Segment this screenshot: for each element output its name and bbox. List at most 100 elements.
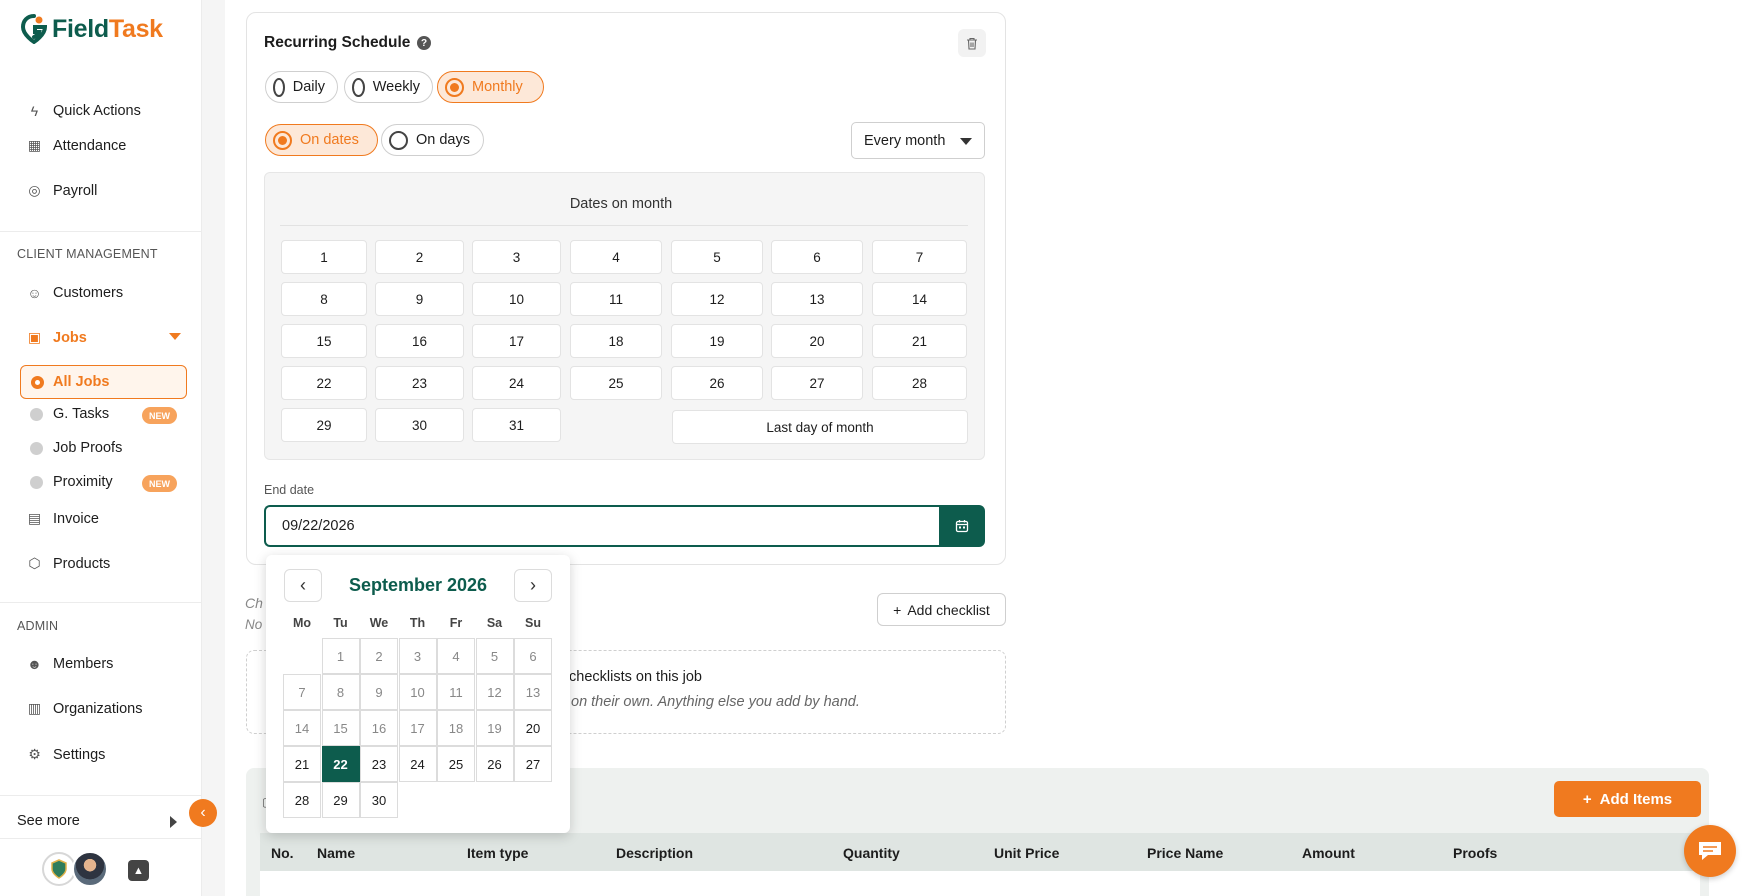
interval-select[interactable]: Every month: [851, 122, 985, 159]
chat-button[interactable]: [1684, 825, 1736, 877]
month-date-button[interactable]: 22: [281, 366, 367, 400]
day-cell[interactable]: 8: [321, 674, 360, 710]
chevron-right-icon[interactable]: [170, 816, 177, 828]
month-date-button[interactable]: 6: [771, 240, 863, 274]
sidebar-item-proximity[interactable]: Proximity: [30, 474, 113, 490]
month-date-button[interactable]: 15: [281, 324, 367, 358]
day-cell[interactable]: 5: [475, 638, 514, 674]
chevron-down-icon[interactable]: [169, 333, 181, 340]
month-date-button[interactable]: 9: [375, 282, 464, 316]
month-date-button[interactable]: 12: [671, 282, 763, 316]
month-date-button[interactable]: 23: [375, 366, 464, 400]
month-date-button[interactable]: 17: [472, 324, 561, 358]
day-cell[interactable]: 24: [398, 746, 437, 782]
month-date-button[interactable]: 4: [570, 240, 662, 274]
month-date-button[interactable]: 18: [570, 324, 662, 358]
sidebar-item-g-tasks[interactable]: G. Tasks: [30, 406, 109, 422]
day-cell[interactable]: 25: [437, 746, 475, 782]
frequency-daily-radio[interactable]: Daily: [265, 71, 338, 103]
day-cell[interactable]: 1: [321, 638, 360, 674]
month-date-button[interactable]: 8: [281, 282, 367, 316]
month-date-button[interactable]: 26: [671, 366, 763, 400]
sidebar-item-settings[interactable]: ⚙ Settings: [26, 746, 105, 763]
month-date-button[interactable]: 20: [771, 324, 863, 358]
day-cell[interactable]: 14: [283, 710, 321, 746]
day-cell[interactable]: 6: [514, 638, 552, 674]
month-date-button[interactable]: 1: [281, 240, 367, 274]
month-date-button[interactable]: 10: [472, 282, 561, 316]
day-cell[interactable]: 23: [360, 746, 398, 782]
frequency-monthly-radio[interactable]: Monthly: [437, 71, 544, 103]
sidebar-item-products[interactable]: ⬡ Products: [26, 555, 110, 572]
help-icon[interactable]: ?: [417, 36, 431, 50]
day-cell[interactable]: 9: [360, 674, 398, 710]
add-checklist-button[interactable]: + Add checklist: [877, 593, 1006, 626]
day-cell[interactable]: 4: [437, 638, 475, 674]
sidebar-item-quick-actions[interactable]: ϟ Quick Actions: [26, 102, 141, 119]
day-cell[interactable]: 27: [514, 746, 552, 782]
day-cell[interactable]: 10: [398, 674, 437, 710]
month-date-button[interactable]: 21: [872, 324, 967, 358]
sidebar-item-all-jobs[interactable]: All Jobs: [20, 365, 187, 399]
frequency-weekly-radio[interactable]: Weekly: [344, 71, 433, 103]
day-cell[interactable]: 21: [283, 746, 321, 782]
open-calendar-button[interactable]: [939, 505, 985, 547]
day-cell[interactable]: 2: [360, 638, 398, 674]
month-date-button[interactable]: 28: [872, 366, 967, 400]
month-date-button[interactable]: 2: [375, 240, 464, 274]
month-date-button[interactable]: 5: [671, 240, 763, 274]
month-date-button[interactable]: 7: [872, 240, 967, 274]
see-more-link[interactable]: See more: [17, 813, 80, 829]
month-date-button[interactable]: 14: [872, 282, 967, 316]
sidebar-item-members[interactable]: ☻ Members: [26, 655, 113, 672]
day-cell[interactable]: 20: [514, 710, 552, 746]
selected-day-cell[interactable]: 22: [321, 746, 360, 782]
sidebar-item-customers[interactable]: ☺ Customers: [26, 284, 123, 301]
last-day-of-month-button[interactable]: Last day of month: [672, 410, 968, 444]
day-cell[interactable]: 3: [398, 638, 437, 674]
trash-icon: [967, 37, 977, 50]
month-date-button[interactable]: 3: [472, 240, 561, 274]
sidebar-item-attendance[interactable]: ▦ Attendance: [26, 137, 127, 154]
new-badge: NEW: [142, 475, 177, 492]
next-month-button[interactable]: ›: [514, 569, 552, 602]
sidebar-item-invoice[interactable]: ▤ Invoice: [26, 510, 99, 527]
mode-on-dates-radio[interactable]: On dates: [265, 124, 378, 156]
sidebar-item-jobs[interactable]: ▣ Jobs: [26, 329, 87, 346]
organization-avatar[interactable]: [42, 852, 76, 886]
day-cell[interactable]: 13: [514, 674, 552, 710]
day-cell[interactable]: 12: [475, 674, 514, 710]
month-date-button[interactable]: 11: [570, 282, 662, 316]
add-items-button[interactable]: + Add Items: [1554, 781, 1701, 817]
collapse-sidebar-button[interactable]: ‹: [189, 799, 217, 827]
day-cell[interactable]: 15: [321, 710, 360, 746]
day-cell[interactable]: 7: [283, 674, 321, 710]
mode-on-days-radio[interactable]: On days: [381, 124, 484, 156]
brand-logo[interactable]: FieldTask: [20, 14, 163, 44]
day-cell[interactable]: 29: [321, 782, 360, 818]
month-date-button[interactable]: 25: [570, 366, 662, 400]
day-cell[interactable]: 26: [475, 746, 514, 782]
month-date-button[interactable]: 27: [771, 366, 863, 400]
month-date-button[interactable]: 24: [472, 366, 561, 400]
chevron-up-icon[interactable]: ▲: [128, 860, 149, 881]
user-avatar[interactable]: [72, 851, 108, 887]
month-date-button[interactable]: 30: [375, 408, 464, 442]
sidebar-item-job-proofs[interactable]: Job Proofs: [30, 440, 122, 456]
month-date-button[interactable]: 13: [771, 282, 863, 316]
sidebar-item-organizations[interactable]: ▥ Organizations: [26, 700, 143, 717]
month-date-button[interactable]: 16: [375, 324, 464, 358]
day-cell[interactable]: 28: [283, 782, 321, 818]
day-cell[interactable]: 11: [437, 674, 475, 710]
sidebar-item-payroll[interactable]: ◎ Payroll: [26, 182, 97, 199]
day-cell[interactable]: 19: [475, 710, 514, 746]
day-cell[interactable]: 30: [360, 782, 398, 818]
month-date-button[interactable]: 29: [281, 408, 367, 442]
day-cell[interactable]: 18: [437, 710, 475, 746]
month-date-button[interactable]: 19: [671, 324, 763, 358]
delete-schedule-button[interactable]: [958, 29, 986, 57]
month-date-button[interactable]: 31: [472, 408, 561, 442]
end-date-input[interactable]: 09/22/2026: [264, 505, 941, 547]
day-cell[interactable]: 16: [360, 710, 398, 746]
day-cell[interactable]: 17: [398, 710, 437, 746]
